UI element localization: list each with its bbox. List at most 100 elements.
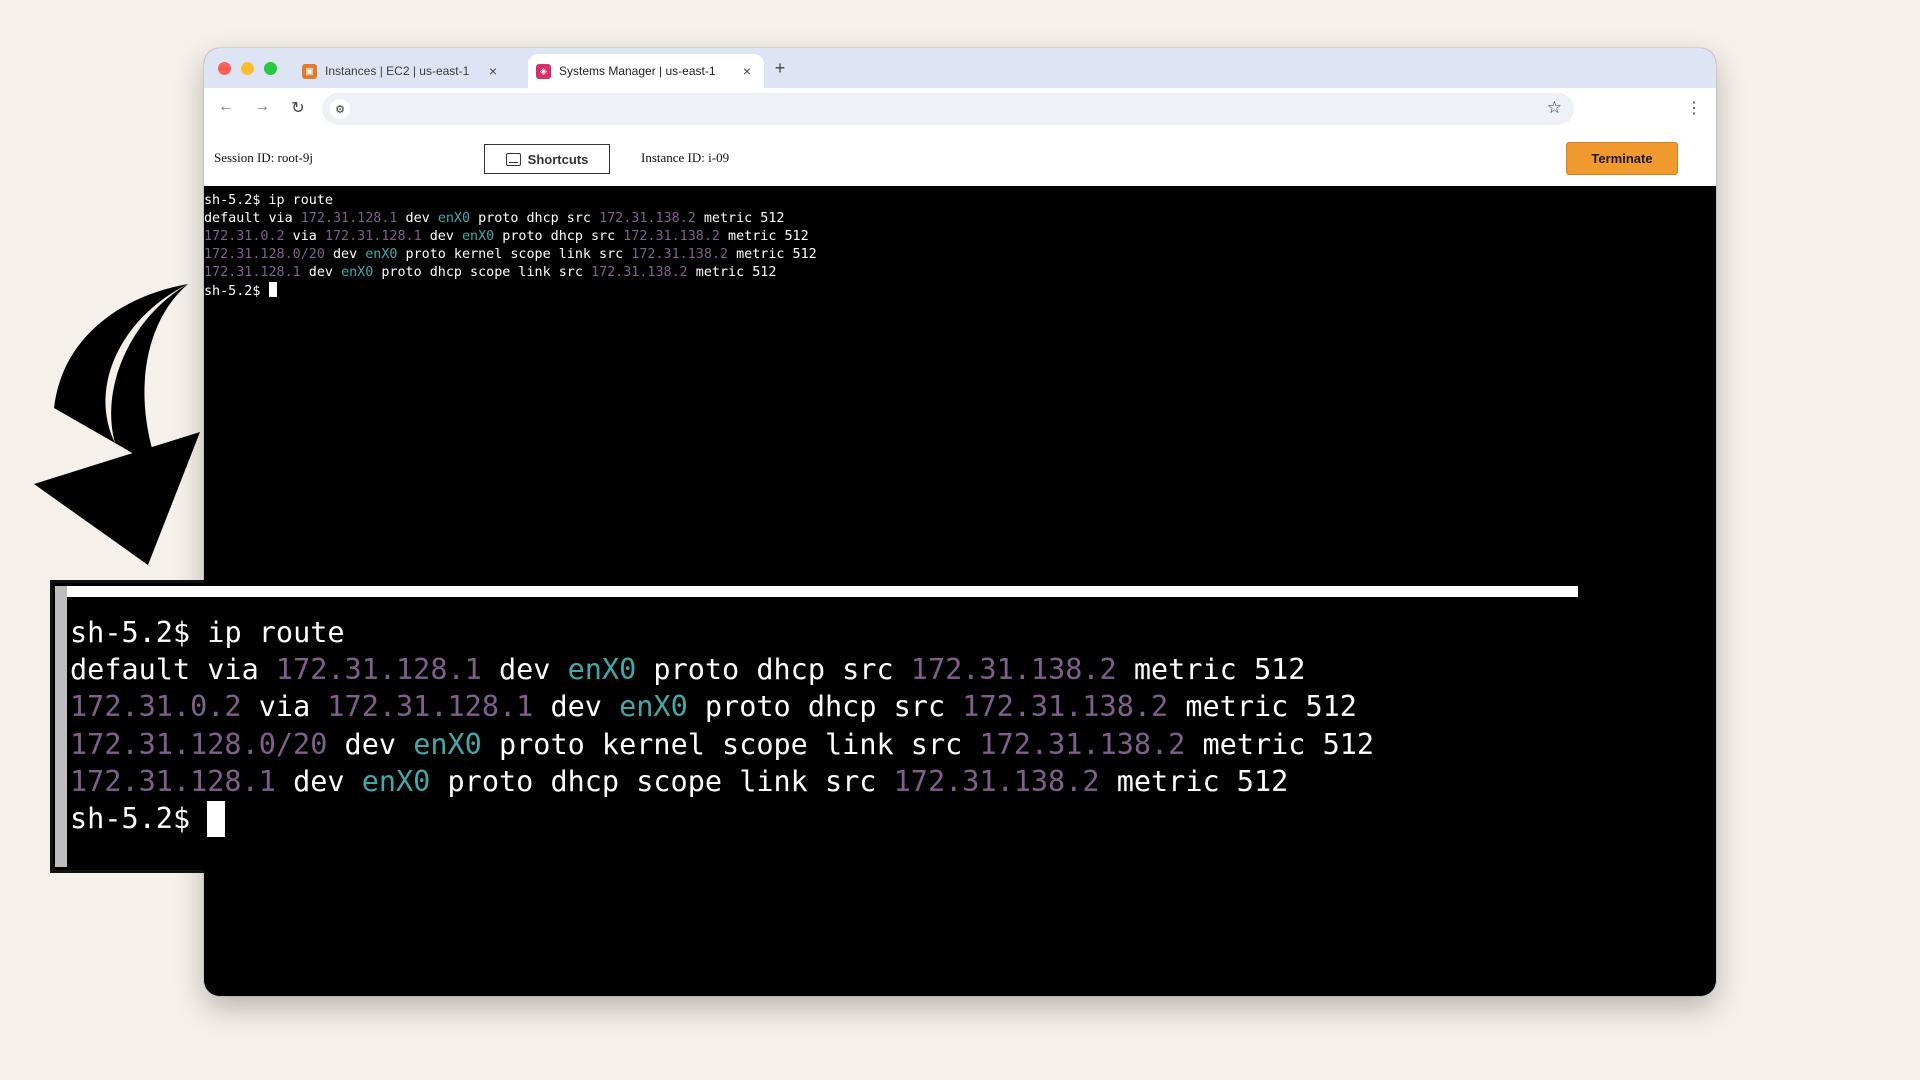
ip-address: 172.31.0.2 — [204, 229, 285, 244]
ip-address: 172.31.138.2 — [910, 653, 1117, 687]
back-arrow-icon[interactable]: ← — [216, 98, 236, 116]
route-text: proto dhcp scope link src — [373, 265, 591, 280]
keyboard-icon — [505, 152, 521, 166]
maximize-window-button[interactable] — [264, 62, 277, 75]
route-line: 172.31.128.0/20 dev enX0 proto kernel sc… — [70, 726, 1374, 763]
interface-name: enX0 — [437, 211, 471, 226]
route-text: metric 512 — [695, 211, 785, 226]
ip-address: 172.31.0.2 — [70, 690, 242, 724]
interface-name: enX0 — [361, 764, 431, 798]
session-manager-header: Session ID: root-9j Shortcuts Instance I… — [204, 130, 1716, 186]
route-text: proto dhcp src — [470, 211, 600, 226]
systems-manager-icon: ◈ — [536, 63, 551, 79]
tab-title: Systems Manager | us-east-1 — [559, 64, 716, 78]
ec2-icon: ▣ — [302, 63, 317, 79]
ip-address: 172.31.128.1 — [275, 653, 482, 687]
close-window-button[interactable] — [218, 62, 231, 75]
terminal-prompt-line: sh-5.2$ — [204, 282, 1716, 300]
ip-address: 172.31.138.2 — [623, 229, 720, 244]
route-text: proto dhcp src — [494, 229, 624, 244]
zoom-prompt-line: sh-5.2$ — [70, 800, 1374, 837]
zoom-route-output: default via 172.31.128.1 dev enX0 proto … — [70, 651, 1374, 800]
route-text: metric 512 — [1099, 764, 1289, 798]
browser-menu-icon[interactable]: ⋮ — [1686, 98, 1702, 118]
terminate-button[interactable]: Terminate — [1566, 142, 1678, 175]
interface-name: enX0 — [462, 229, 495, 244]
zoom-callout: sh-5.2$ ip route default via 172.31.128.… — [50, 580, 1579, 873]
ip-address: 172.31.128.1 — [327, 690, 534, 724]
close-tab-icon[interactable]: × — [484, 63, 502, 79]
instance-id: Instance ID: i-09 — [641, 150, 730, 165]
route-text: dev — [533, 690, 620, 724]
route-text: dev — [324, 247, 366, 262]
ip-address: 172.31.128.0/20 — [70, 727, 328, 761]
zoom-terminal-text: sh-5.2$ ip route default via 172.31.128.… — [70, 614, 1374, 837]
zoom-top-bar — [67, 586, 1578, 597]
route-text: metric 512 — [1116, 653, 1306, 687]
ip-address: 172.31.138.2 — [590, 265, 688, 280]
ip-address: 172.31.138.2 — [979, 727, 1186, 761]
shortcuts-button[interactable]: Shortcuts — [484, 144, 610, 174]
route-text: proto kernel scope link src — [397, 247, 632, 262]
zoom-command-line: sh-5.2$ ip route — [70, 614, 1374, 651]
command-text: ip route — [268, 193, 334, 208]
ip-address: 172.31.138.2 — [893, 764, 1100, 798]
tab-systems-manager[interactable]: ◈ Systems Manager | us-east-1 × — [528, 54, 764, 88]
route-text: dev — [327, 727, 414, 761]
zoom-scrollbar — [55, 586, 67, 867]
route-text: via — [284, 229, 325, 244]
session-id: Session ID: root-9j — [214, 150, 313, 165]
route-text: proto kernel scope link src — [481, 727, 980, 761]
address-bar[interactable]: ⚙ ☆ — [322, 93, 1574, 125]
route-text: via — [241, 690, 328, 724]
route-text: dev — [421, 229, 462, 244]
interface-name: enX0 — [365, 247, 398, 262]
route-line: 172.31.0.2 via 172.31.128.1 dev enX0 pro… — [70, 688, 1374, 725]
ip-address: 172.31.128.1 — [204, 265, 301, 280]
route-output: default via 172.31.128.1 dev enX0 proto … — [204, 210, 1716, 282]
terminal-cursor — [268, 282, 277, 297]
route-text: default via — [70, 653, 276, 687]
ip-address: 172.31.138.2 — [631, 247, 729, 262]
shell-prompt: sh-5.2$ — [70, 616, 208, 649]
interface-name: enX0 — [619, 690, 688, 724]
command-text: ip route — [207, 616, 345, 649]
terminal-command-line: sh-5.2$ ip route — [204, 192, 1716, 210]
route-text: metric 512 — [1168, 690, 1357, 724]
terminate-label: Terminate — [1591, 151, 1653, 166]
route-text: dev — [481, 653, 568, 687]
route-line: 172.31.0.2 via 172.31.128.1 dev enX0 pro… — [204, 228, 1716, 246]
close-tab-icon[interactable]: × — [738, 63, 756, 79]
tab-title: Instances | EC2 | us-east-1 — [325, 64, 470, 78]
route-line: 172.31.128.0/20 dev enX0 proto kernel sc… — [204, 246, 1716, 264]
route-text: metric 512 — [1185, 727, 1375, 761]
curved-arrow-icon — [34, 284, 200, 565]
route-text: metric 512 — [720, 229, 809, 244]
route-line: default via 172.31.128.1 dev enX0 proto … — [204, 210, 1716, 228]
route-text: dev — [275, 764, 362, 798]
reload-icon[interactable]: ↻ — [288, 98, 308, 118]
tab-bar: ▣ Instances | EC2 | us-east-1 × ◈ System… — [204, 48, 1716, 88]
interface-name: enX0 — [341, 265, 374, 280]
site-info-icon[interactable]: ⚙ — [330, 99, 350, 119]
shortcuts-label: Shortcuts — [527, 151, 589, 167]
tab-ec2-instances[interactable]: ▣ Instances | EC2 | us-east-1 × — [294, 54, 510, 88]
route-text: proto dhcp src — [636, 653, 911, 687]
bookmark-star-icon[interactable]: ☆ — [1547, 98, 1562, 118]
ip-address: 172.31.128.1 — [300, 211, 398, 226]
new-tab-button[interactable]: + — [770, 58, 790, 79]
terminal-cursor — [207, 800, 226, 837]
shell-prompt: sh-5.2$ — [70, 801, 208, 835]
ip-address: 172.31.128.1 — [70, 764, 276, 798]
shell-prompt: sh-5.2$ — [204, 193, 269, 208]
forward-arrow-icon[interactable]: → — [252, 98, 272, 116]
route-text: default via — [204, 211, 301, 226]
route-line: 172.31.128.1 dev enX0 proto dhcp scope l… — [204, 264, 1716, 282]
ip-address: 172.31.128.0/20 — [204, 247, 325, 262]
route-text: proto dhcp src — [687, 690, 963, 724]
interface-name: enX0 — [567, 653, 637, 687]
minimize-window-button[interactable] — [241, 62, 254, 75]
route-text: dev — [397, 211, 438, 226]
ip-address: 172.31.138.2 — [599, 211, 696, 226]
browser-toolbar: ← → ↻ ⚙ ☆ ⋮ — [204, 88, 1716, 131]
